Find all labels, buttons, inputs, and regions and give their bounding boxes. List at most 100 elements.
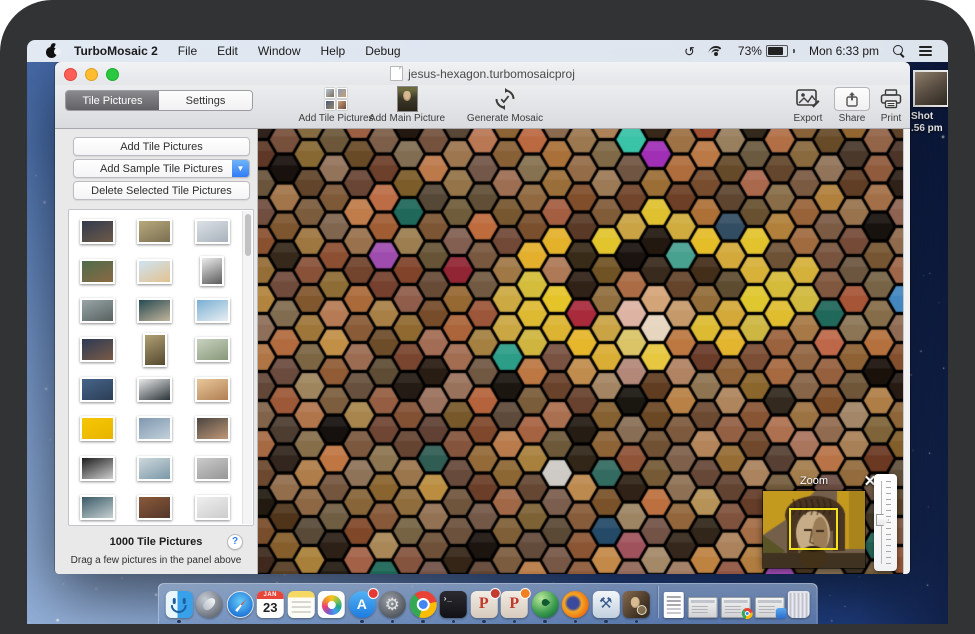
tab-settings[interactable]: Settings xyxy=(159,91,252,110)
dock-item: P xyxy=(501,591,528,618)
tile-thumbnail-7[interactable] xyxy=(80,298,115,323)
photos-icon[interactable] xyxy=(318,591,345,618)
desktop-screenshot-file[interactable]: Shot .56 pm xyxy=(911,70,948,135)
delete-selected-tile-pictures-button[interactable]: Delete Selected Tile Pictures xyxy=(73,181,250,200)
tile-thumbnail-11[interactable] xyxy=(143,333,167,367)
device-bezel: TurboMosaic 2 FileEditWindowHelpDebug ↺ … xyxy=(0,0,975,634)
tile-thumbnail-16[interactable] xyxy=(80,416,115,441)
trash-icon[interactable] xyxy=(788,591,810,618)
zoom-window-button[interactable] xyxy=(106,68,119,81)
documents-stack-icon[interactable] xyxy=(664,592,684,618)
thumbnail-panel-scrollbar[interactable] xyxy=(242,211,252,524)
scrollbar-thumb[interactable] xyxy=(245,214,251,256)
export-toolbar-button[interactable]: Export xyxy=(787,87,829,124)
app-store-icon[interactable]: A xyxy=(348,591,375,618)
turbomosaic-icon[interactable] xyxy=(623,591,650,618)
traffic-lights xyxy=(64,68,119,81)
finder-icon[interactable] xyxy=(165,591,192,618)
tile-thumbnail-3[interactable] xyxy=(195,219,230,244)
safari-icon[interactable] xyxy=(226,591,253,618)
tile-thumbnail-2[interactable] xyxy=(137,219,172,244)
tile-thumbnail-8[interactable] xyxy=(137,298,172,323)
menu-bar-clock[interactable]: Mon 6:33 pm xyxy=(809,44,879,58)
minimize-window-button[interactable] xyxy=(85,68,98,81)
menu-window[interactable]: Window xyxy=(248,44,311,58)
mosaic-scrollbar[interactable] xyxy=(903,129,910,574)
minimized-window-icon[interactable] xyxy=(687,597,717,618)
tile-thumbnail-5[interactable] xyxy=(137,259,172,284)
window-titlebar[interactable]: jesus-hexagon.turbomosaicproj xyxy=(55,62,910,85)
tile-thumbnail-21[interactable] xyxy=(195,456,230,481)
close-window-button[interactable] xyxy=(64,68,77,81)
dock-separator xyxy=(656,586,657,618)
menu-file[interactable]: File xyxy=(168,44,207,58)
add-tile-pictures-button[interactable]: Add Tile Pictures xyxy=(73,137,250,156)
p-app-1-icon[interactable]: P xyxy=(470,591,497,618)
tile-thumbnail-14[interactable] xyxy=(137,377,172,402)
tile-thumbnail-17[interactable] xyxy=(137,416,172,441)
notes-icon[interactable] xyxy=(287,591,314,618)
globe-palm-icon[interactable] xyxy=(531,591,558,618)
desktop-screen: TurboMosaic 2 FileEditWindowHelpDebug ↺ … xyxy=(27,40,948,624)
wifi-icon[interactable] xyxy=(709,46,724,57)
time-machine-icon[interactable]: ↺ xyxy=(684,45,695,58)
tile-thumbnail-12[interactable] xyxy=(195,337,230,362)
app-menu-title[interactable]: TurboMosaic 2 xyxy=(68,44,168,58)
tile-thumbnail-cell xyxy=(69,448,126,487)
tile-thumbnail-19[interactable] xyxy=(80,456,115,481)
system-preferences-icon[interactable] xyxy=(379,591,406,618)
dock-item xyxy=(287,591,314,618)
dock-item xyxy=(788,591,810,618)
tile-thumbnail-24[interactable] xyxy=(195,495,230,520)
dock-item xyxy=(196,591,223,618)
tile-thumbnail-cell xyxy=(69,409,126,448)
tile-thumbnail-4[interactable] xyxy=(80,259,115,284)
tile-thumbnail-13[interactable] xyxy=(80,377,115,402)
apple-menu-icon[interactable] xyxy=(45,45,58,58)
menu-edit[interactable]: Edit xyxy=(207,44,248,58)
terminal-icon[interactable] xyxy=(440,591,467,618)
p-app-2-icon[interactable]: P xyxy=(501,591,528,618)
share-toolbar-button[interactable]: Share xyxy=(831,87,873,124)
help-button[interactable]: ? xyxy=(227,534,243,550)
launchpad-icon[interactable] xyxy=(196,591,223,618)
generate-mosaic-toolbar-button[interactable]: Generate Mosaic xyxy=(462,87,548,124)
zoom-selection-rectangle[interactable] xyxy=(789,508,838,550)
xcode-icon[interactable] xyxy=(592,591,619,618)
tile-thumbnail-15[interactable] xyxy=(195,377,230,402)
tile-thumbnail-grid xyxy=(69,212,241,526)
zoom-slider[interactable] xyxy=(874,474,897,571)
export-icon xyxy=(796,89,820,109)
menu-debug[interactable]: Debug xyxy=(355,44,410,58)
mosaic-canvas-area[interactable]: Zoom ✕ xyxy=(258,129,910,574)
tile-thumbnail-10[interactable] xyxy=(80,337,115,362)
add-main-picture-toolbar-button[interactable]: Add Main Picture xyxy=(364,87,450,124)
zoom-preview-panel[interactable] xyxy=(763,491,865,568)
tile-thumbnail-23[interactable] xyxy=(137,495,172,520)
tile-thumbnail-1[interactable] xyxy=(80,219,115,244)
spotlight-icon[interactable] xyxy=(893,45,905,57)
chrome-icon[interactable] xyxy=(409,591,436,618)
calendar-icon[interactable]: JAN23 xyxy=(257,591,284,618)
dock-badge xyxy=(489,588,500,599)
add-sample-tile-pictures-dropdown[interactable]: Add Sample Tile Pictures ▼ xyxy=(73,159,250,178)
tile-thumbnail-cell xyxy=(184,330,241,369)
tile-thumbnail-18[interactable] xyxy=(195,416,230,441)
menu-help[interactable]: Help xyxy=(311,44,356,58)
minimized-window-chrome-icon[interactable] xyxy=(721,597,751,618)
running-indicator xyxy=(635,620,639,624)
tile-thumbnail-9[interactable] xyxy=(195,298,230,323)
menu-bar-left: TurboMosaic 2 FileEditWindowHelpDebug xyxy=(27,44,411,58)
tab-tile-pictures[interactable]: Tile Pictures xyxy=(66,91,159,110)
zoom-slider-ticks xyxy=(886,481,891,564)
tile-pictures-sidebar: Add Tile Pictures Add Sample Tile Pictur… xyxy=(55,129,258,574)
print-toolbar-button[interactable]: Print xyxy=(873,87,909,124)
tile-thumbnail-6[interactable] xyxy=(200,256,224,286)
minimized-window-blue-icon[interactable] xyxy=(754,597,784,618)
battery-status[interactable]: 73% xyxy=(738,44,795,58)
notification-center-icon[interactable] xyxy=(919,46,932,56)
tile-thumbnail-20[interactable] xyxy=(137,456,172,481)
tile-thumbnail-22[interactable] xyxy=(80,495,115,520)
firefox-icon[interactable] xyxy=(562,591,589,618)
window-toolbar: Tile Pictures Settings Add Tile Pictures… xyxy=(55,85,910,129)
